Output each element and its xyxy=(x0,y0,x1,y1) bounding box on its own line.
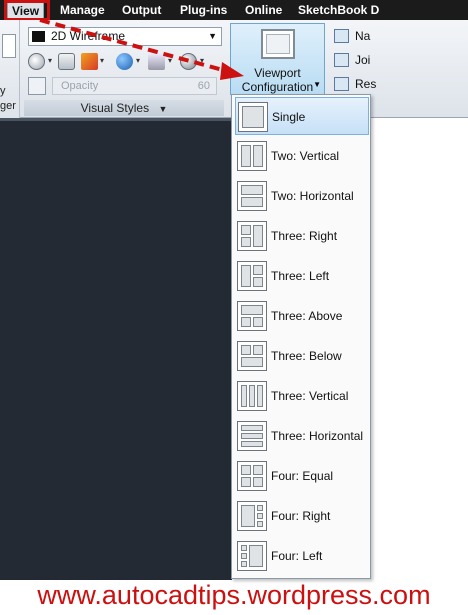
three-horizontal-icon xyxy=(237,421,267,451)
menu-item-single[interactable]: Single xyxy=(235,97,369,135)
menu-item-three-vertical[interactable]: Three: Vertical xyxy=(235,377,369,415)
visual-style-value: 2D Wireframe xyxy=(51,29,126,43)
menu-item-three-above[interactable]: Three: Above xyxy=(235,297,369,335)
three-left-icon xyxy=(237,261,267,291)
manager-icon xyxy=(2,34,16,58)
opacity-label: Opacity xyxy=(61,80,99,92)
menu-item-two-vertical[interactable]: Two: Vertical xyxy=(235,137,369,175)
four-right-icon xyxy=(237,501,267,531)
join-icon xyxy=(334,53,349,67)
chevron-down-icon[interactable]: ▾ xyxy=(168,56,172,65)
tab-sketchbook[interactable]: SketchBook D xyxy=(298,2,379,19)
visual-style-toolbar: ▾ ▾ ▾ ▾ ▾ xyxy=(28,52,224,72)
tab-output[interactable]: Output xyxy=(122,2,161,19)
chevron-down-icon: ▼ xyxy=(313,80,321,89)
two-horizontal-icon xyxy=(237,181,267,211)
three-vertical-icon xyxy=(237,381,267,411)
material-sphere-icon[interactable] xyxy=(180,53,197,70)
tab-plug-ins[interactable]: Plug-ins xyxy=(180,2,227,19)
menu-item-two-horizontal[interactable]: Two: Horizontal xyxy=(235,177,369,215)
menu-item-label: Three: Left xyxy=(271,269,330,283)
menu-item-label: Two: Vertical xyxy=(271,149,340,163)
chevron-down-icon[interactable]: ▾ xyxy=(136,56,140,65)
viewport-configuration-dropdown: Single Two: Vertical Two: Horizontal Thr… xyxy=(231,94,371,579)
chevron-down-icon[interactable]: ▾ xyxy=(48,56,52,65)
left-stub-text-1: y xyxy=(0,85,6,97)
opacity-value: 60 xyxy=(197,80,210,92)
three-right-icon xyxy=(237,221,267,251)
menu-item-label: Four: Right xyxy=(271,509,331,523)
named-viewports-icon xyxy=(334,29,349,43)
edges-icon[interactable] xyxy=(28,53,45,70)
viewport-button-label-1: Viewport xyxy=(254,66,301,80)
shadow-icon[interactable] xyxy=(148,53,165,70)
restore-icon xyxy=(334,77,349,91)
menu-item-label: Three: Right xyxy=(271,229,338,243)
chevron-down-icon: ▼ xyxy=(208,31,217,41)
tab-manage[interactable]: Manage xyxy=(60,2,105,19)
single-viewport-icon xyxy=(238,102,268,132)
four-equal-icon xyxy=(237,461,267,491)
menu-item-label: Four: Equal xyxy=(271,469,334,483)
visual-styles-panel: 2D Wireframe ▼ ▾ ▾ ▾ ▾ ▾ Opacity 60 Visu… xyxy=(24,24,224,116)
viewport-configuration-button[interactable]: Viewport Configuration ▼ xyxy=(230,23,325,95)
viewport-button-label-2: Configuration xyxy=(241,80,314,94)
visual-styles-title-text: Visual Styles xyxy=(80,101,150,115)
box-icon[interactable] xyxy=(58,53,75,70)
menu-item-three-right[interactable]: Three: Right xyxy=(235,217,369,255)
menu-item-label: Single xyxy=(272,110,306,124)
xray-icon[interactable] xyxy=(28,77,46,95)
menu-item-four-left[interactable]: Four: Left xyxy=(235,537,369,575)
join-label: Joi xyxy=(355,53,371,67)
named-viewports-label: Na xyxy=(355,29,371,43)
visual-style-combo[interactable]: 2D Wireframe ▼ xyxy=(28,27,222,46)
menu-item-label: Two: Horizontal xyxy=(271,189,354,203)
menu-item-label: Four: Left xyxy=(271,549,323,563)
three-above-icon xyxy=(237,301,267,331)
menu-item-label: Three: Below xyxy=(271,349,342,363)
color-cube-icon[interactable] xyxy=(81,53,98,70)
menu-item-label: Three: Above xyxy=(271,309,343,323)
menu-bar: View Manage Output Plug-ins Online Sketc… xyxy=(0,0,468,20)
panel-expand-icon: ▼ xyxy=(158,104,168,114)
drawing-area[interactable] xyxy=(0,118,232,580)
chevron-down-icon[interactable]: ▾ xyxy=(200,56,204,65)
footer-url: www.autocadtips.wordpress.com xyxy=(37,580,431,610)
three-below-icon xyxy=(237,341,267,371)
left-ribbon-stub: y ger xyxy=(0,20,20,118)
four-left-icon xyxy=(237,541,267,571)
two-vertical-icon xyxy=(237,141,267,171)
opacity-row: Opacity 60 xyxy=(28,77,224,97)
restore-label: Res xyxy=(355,77,377,91)
tab-online[interactable]: Online xyxy=(245,2,282,19)
left-stub-text-2: ger xyxy=(0,100,16,112)
menu-item-three-below[interactable]: Three: Below xyxy=(235,337,369,375)
menu-item-three-horizontal[interactable]: Three: Horizontal xyxy=(235,417,369,455)
chevron-down-icon[interactable]: ▾ xyxy=(100,56,104,65)
wireframe-icon xyxy=(32,31,45,42)
shading-sphere-icon[interactable] xyxy=(116,53,133,70)
opacity-slider[interactable]: Opacity 60 xyxy=(52,77,217,95)
drawing-area-top-strip xyxy=(0,118,232,121)
visual-styles-panel-title[interactable]: Visual Styles ▼ xyxy=(24,100,224,116)
menu-item-label: Three: Vertical xyxy=(271,389,349,403)
menu-item-four-equal[interactable]: Four: Equal xyxy=(235,457,369,495)
menu-item-label: Three: Horizontal xyxy=(271,429,364,443)
menu-item-four-right[interactable]: Four: Right xyxy=(235,497,369,535)
viewport-single-icon xyxy=(261,29,295,59)
menu-item-three-left[interactable]: Three: Left xyxy=(235,257,369,295)
view-tab-highlight-box xyxy=(4,0,50,21)
